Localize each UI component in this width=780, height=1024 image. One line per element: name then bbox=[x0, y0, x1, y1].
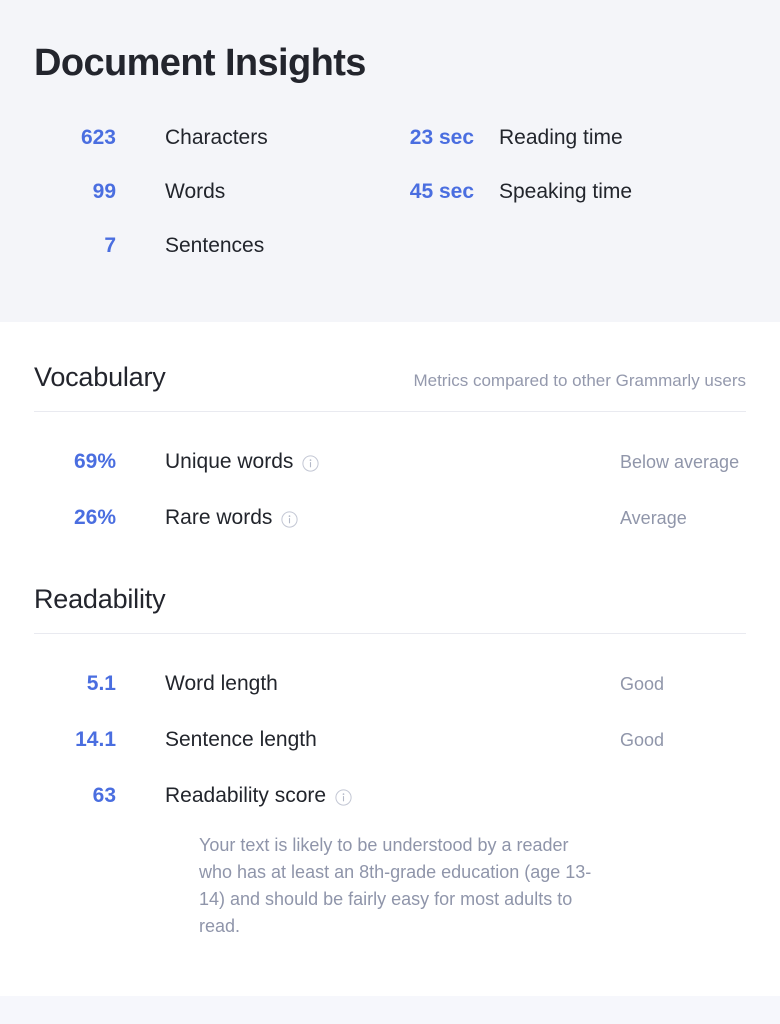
summary-stats-left-column: 623 Characters 99 Words 7 Sentences bbox=[34, 126, 384, 288]
footer-band bbox=[0, 996, 780, 1024]
metric-label-text: Unique words bbox=[165, 450, 294, 473]
metric-row-unique-words: 69% Unique words Below average bbox=[34, 434, 746, 490]
metric-label: Word length bbox=[116, 672, 278, 696]
metric-label-text: Rare words bbox=[165, 506, 273, 529]
vocabulary-section-head: Vocabulary Metrics compared to other Gra… bbox=[34, 362, 746, 411]
metric-value: 63 bbox=[92, 784, 116, 807]
stat-value: 45 sec bbox=[409, 179, 474, 203]
metric-value: 5.1 bbox=[86, 672, 116, 695]
stat-row: 45 sec Speaking time bbox=[384, 180, 744, 234]
vocabulary-section: Vocabulary Metrics compared to other Gra… bbox=[34, 322, 746, 546]
readability-section: Readability 5.1 Word length Good 14.1 Se… bbox=[34, 546, 746, 940]
info-icon[interactable] bbox=[281, 510, 298, 528]
metric-row-readability-score: 63 Readability score bbox=[34, 768, 746, 824]
metric-label: Rare words bbox=[116, 506, 298, 530]
vocabulary-comparison-note: Metrics compared to other Grammarly user… bbox=[413, 371, 746, 390]
document-insights-panel: Document Insights 623 Characters 99 Word… bbox=[0, 0, 780, 1024]
stat-value: 99 bbox=[92, 179, 116, 203]
metric-label-text: Word length bbox=[165, 672, 278, 695]
stat-label: Reading time bbox=[499, 125, 623, 149]
stat-row: 623 Characters bbox=[34, 126, 384, 180]
insights-body: Vocabulary Metrics compared to other Gra… bbox=[0, 322, 780, 1024]
info-icon[interactable] bbox=[302, 454, 320, 472]
stat-row: 7 Sentences bbox=[34, 234, 384, 288]
status-label: Good bbox=[620, 729, 665, 750]
page-title: Document Insights bbox=[34, 42, 366, 84]
status-label: Good bbox=[620, 673, 665, 694]
metric-label: Readability score bbox=[116, 784, 352, 808]
stat-label: Sentences bbox=[165, 233, 265, 257]
status-label: Below average bbox=[620, 451, 740, 472]
metric-row-rare-words: 26% Rare words Average bbox=[34, 490, 746, 546]
status-label: Average bbox=[620, 507, 687, 528]
vocabulary-title: Vocabulary bbox=[34, 362, 166, 392]
stat-label: Words bbox=[165, 179, 226, 203]
vocabulary-metrics: 69% Unique words Below average 26% Rare … bbox=[34, 412, 746, 546]
summary-stats-right-column: 23 sec Reading time 45 sec Speaking time bbox=[384, 126, 744, 234]
stat-value: 7 bbox=[104, 233, 116, 257]
metric-value: 26% bbox=[73, 506, 116, 529]
info-icon[interactable] bbox=[335, 788, 352, 806]
metric-label: Sentence length bbox=[116, 728, 317, 752]
insights-header: Document Insights 623 Characters 99 Word… bbox=[0, 0, 780, 322]
metric-label-text: Sentence length bbox=[165, 728, 317, 751]
metric-row-word-length: 5.1 Word length Good bbox=[34, 656, 746, 712]
stat-row: 99 Words bbox=[34, 180, 384, 234]
metric-value: 14.1 bbox=[75, 728, 116, 751]
readability-metrics: 5.1 Word length Good 14.1 Sentence lengt… bbox=[34, 634, 746, 940]
metric-label: Unique words bbox=[116, 450, 320, 474]
summary-stats: 623 Characters 99 Words 7 Sentences 23 s… bbox=[34, 126, 746, 288]
metric-value: 69% bbox=[73, 450, 116, 473]
stat-row: 23 sec Reading time bbox=[384, 126, 744, 180]
readability-title: Readability bbox=[34, 584, 166, 614]
metric-label-text: Readability score bbox=[165, 784, 327, 807]
stat-label: Speaking time bbox=[499, 179, 633, 203]
stat-label: Characters bbox=[165, 125, 268, 149]
stat-value: 623 bbox=[80, 125, 116, 149]
readability-explanation: Your text is likely to be understood by … bbox=[199, 835, 592, 936]
stat-value: 23 sec bbox=[409, 125, 474, 149]
metric-row-sentence-length: 14.1 Sentence length Good bbox=[34, 712, 746, 768]
readability-section-head: Readability bbox=[34, 584, 746, 633]
